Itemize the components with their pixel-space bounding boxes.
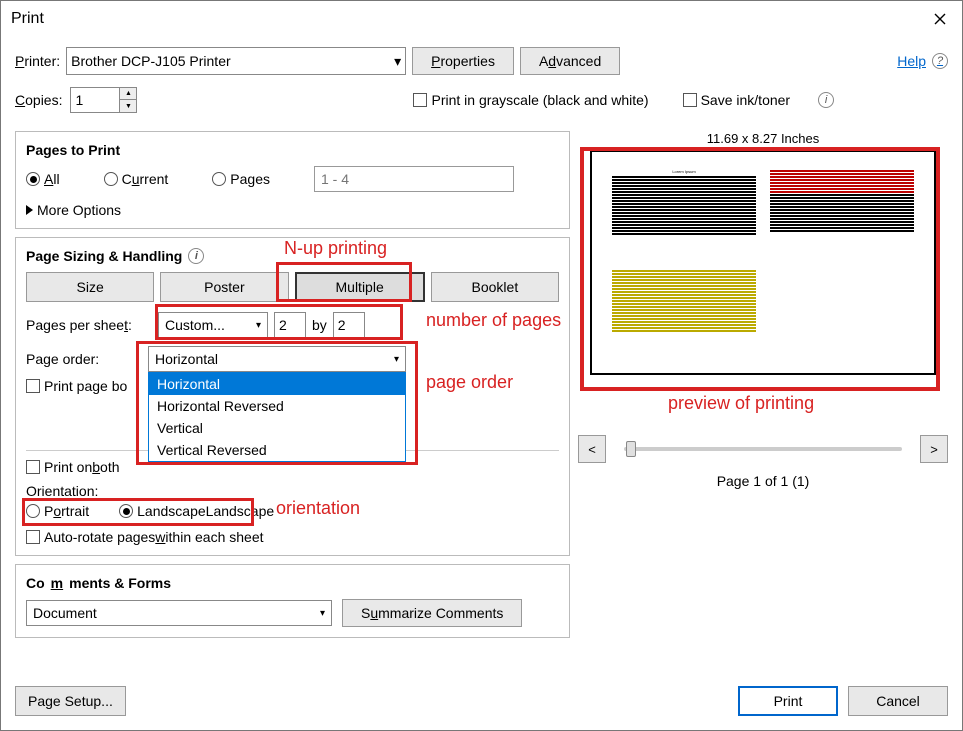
cancel-button[interactable]: Cancel <box>848 686 948 716</box>
page-order-option-vertical-reversed[interactable]: Vertical Reversed <box>149 439 405 461</box>
comments-select[interactable]: Document▾ <box>26 600 332 626</box>
pps-cols-input[interactable] <box>274 312 306 338</box>
printer-label: Printer: <box>15 53 60 69</box>
annotation-preview: preview of printing <box>668 393 814 414</box>
comments-title: Comments & Forms <box>26 575 559 591</box>
checkbox-icon <box>413 93 427 107</box>
pps-rows-input[interactable] <box>333 312 365 338</box>
tab-size[interactable]: Size <box>26 272 154 302</box>
preview-prev-button[interactable]: < <box>578 435 606 463</box>
tab-booklet[interactable]: Booklet <box>431 272 559 302</box>
pages-current-radio[interactable]: Current <box>104 171 169 187</box>
pages-to-print-title: Pages to Print <box>26 142 559 158</box>
properties-button[interactable]: Properties <box>412 47 514 75</box>
copies-down[interactable]: ▼ <box>120 100 136 112</box>
more-options-toggle[interactable]: More Options <box>26 202 559 218</box>
printer-value: Brother DCP-J105 Printer <box>71 53 231 69</box>
page-setup-button[interactable]: Page Setup... <box>15 686 126 716</box>
auto-rotate-checkbox[interactable]: Auto-rotate pages within each sheet <box>26 529 559 545</box>
page-order-options: Horizontal Horizontal Reversed Vertical … <box>148 372 406 462</box>
saveink-checkbox[interactable]: Save ink/toner <box>683 92 791 108</box>
printer-select[interactable]: Brother DCP-J105 Printer ▾ <box>66 47 406 75</box>
slider-thumb[interactable] <box>626 441 636 457</box>
print-preview: Lorem Ipsum <box>590 150 936 375</box>
preview-slider[interactable] <box>624 447 902 451</box>
pps-by-label: by <box>312 317 327 333</box>
page-order-option-horizontal-reversed[interactable]: Horizontal Reversed <box>149 395 405 417</box>
saveink-info-icon[interactable]: i <box>818 92 834 108</box>
page-order-label: Page order: <box>26 351 142 367</box>
pages-to-print-panel: Pages to Print All Current Pages More Op… <box>15 131 570 229</box>
close-button[interactable] <box>918 3 962 35</box>
pages-per-sheet-label: Pages per sheet: <box>26 317 152 333</box>
advanced-button[interactable]: Advanced <box>520 47 620 75</box>
pages-pages-radio[interactable]: Pages <box>212 171 270 187</box>
checkbox-icon <box>683 93 697 107</box>
tab-poster[interactable]: Poster <box>160 272 288 302</box>
handling-info-icon[interactable]: i <box>188 248 204 264</box>
preview-page-3 <box>612 270 756 356</box>
copies-label: Copies: <box>15 92 62 108</box>
preview-page-4 <box>770 270 914 356</box>
disclosure-triangle-icon <box>26 205 33 215</box>
page-sizing-handling-panel: Page Sizing & Handling i N-up printing S… <box>15 237 570 556</box>
preview-next-button[interactable]: > <box>920 435 948 463</box>
grayscale-checkbox[interactable]: Print in grayscale (black and white) <box>413 92 648 108</box>
print-button[interactable]: Print <box>738 686 838 716</box>
copies-input[interactable] <box>71 88 119 112</box>
comments-forms-panel: Comments & Forms Document▾ Summarize Com… <box>15 564 570 638</box>
copies-spinner[interactable]: ▲ ▼ <box>70 87 137 113</box>
copies-up[interactable]: ▲ <box>120 88 136 100</box>
tab-multiple[interactable]: Multiple <box>295 272 425 302</box>
help-label: Help <box>897 53 926 69</box>
pages-all-radio[interactable]: All <box>26 171 60 187</box>
page-order-option-horizontal[interactable]: Horizontal <box>149 373 405 395</box>
landscape-radio[interactable]: LandscapeLandscape <box>119 503 274 519</box>
titlebar: Print <box>1 1 962 37</box>
page-order-option-vertical[interactable]: Vertical <box>149 417 405 439</box>
orientation-label: Orientation: <box>26 483 559 499</box>
print-dialog: Print Printer: Brother DCP-J105 Printer … <box>0 0 963 731</box>
window-title: Print <box>11 10 44 28</box>
preview-page-readout: Page 1 of 1 (1) <box>578 473 948 489</box>
preview-page-1: Lorem Ipsum <box>612 170 756 256</box>
help-link[interactable]: Help ? <box>897 53 948 69</box>
summarize-comments-button[interactable]: Summarize Comments <box>342 599 522 627</box>
pages-per-sheet-mode[interactable]: Custom...▾ <box>158 312 268 338</box>
help-info-icon: ? <box>932 53 948 69</box>
page-order-select[interactable]: Horizontal▾ <box>148 346 406 372</box>
preview-page-2 <box>770 170 914 256</box>
chevron-down-icon: ▾ <box>394 53 401 70</box>
portrait-radio[interactable]: Portrait <box>26 503 89 519</box>
preview-dimensions: 11.69 x 8.27 Inches <box>578 131 948 146</box>
page-range-input[interactable] <box>314 166 514 192</box>
handling-title: Page Sizing & Handling i <box>26 248 559 264</box>
